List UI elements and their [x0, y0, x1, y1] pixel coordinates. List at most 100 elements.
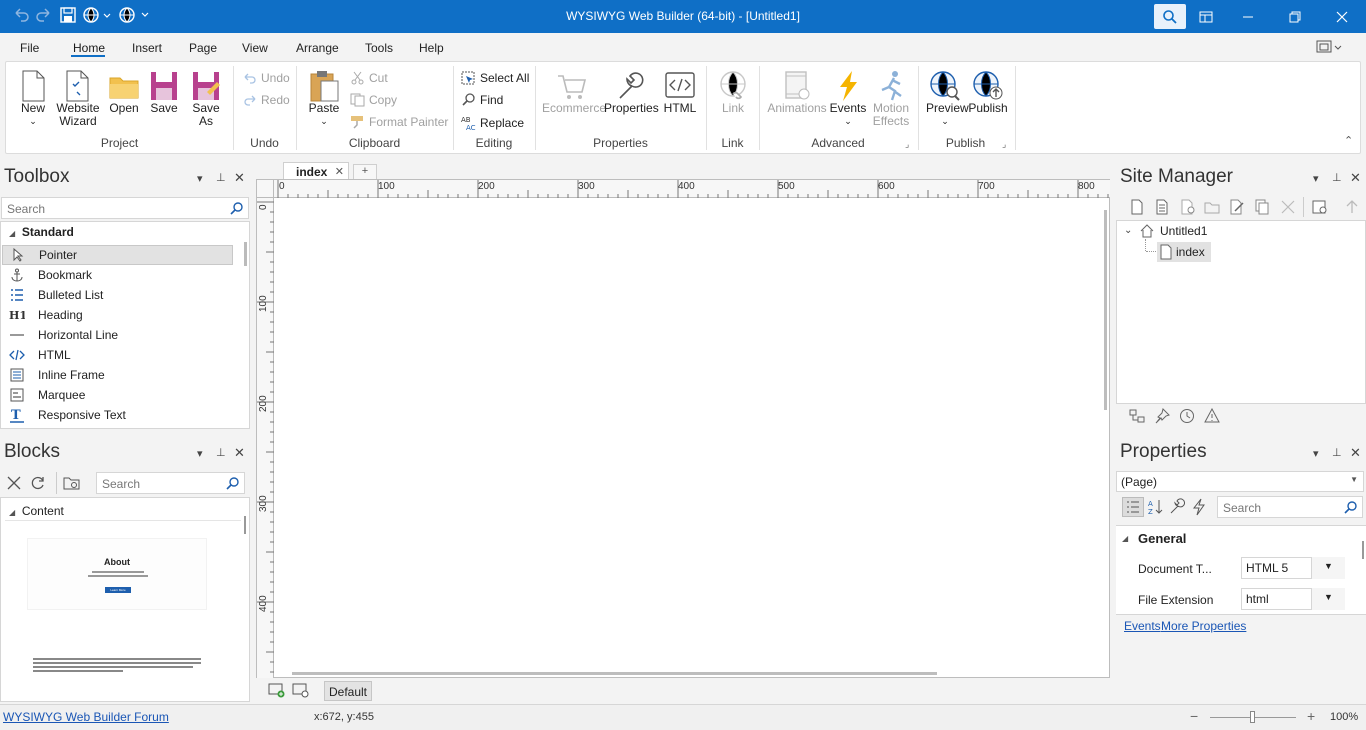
search-icon[interactable] — [1154, 4, 1186, 29]
site-tree-page-index[interactable]: index — [1157, 242, 1211, 262]
close-button[interactable] — [1319, 0, 1365, 33]
copy-button[interactable]: Copy — [350, 93, 397, 107]
advanced-launcher-icon[interactable]: ⌟ — [905, 139, 909, 150]
properties-button[interactable]: Properties — [604, 70, 659, 115]
toolbox-item-html[interactable]: HTML — [2, 345, 233, 365]
site-manager-close-icon[interactable]: ✕ — [1350, 170, 1361, 186]
site-manager-tool-icon[interactable] — [1129, 408, 1145, 424]
edit-page-icon[interactable] — [1229, 199, 1245, 215]
animations-button[interactable]: Animations — [766, 70, 828, 115]
design-canvas[interactable]: 0 100 200 300 400 500 600 700 800 0 100 … — [256, 179, 1110, 678]
site-manager-pin-icon[interactable]: ⊥ — [1332, 171, 1342, 184]
categorized-view-icon[interactable] — [1122, 497, 1144, 517]
blocks-menu-icon[interactable]: ▾ — [197, 447, 203, 460]
motion-effects-button[interactable]: Motion Effects — [870, 70, 912, 128]
publish-button[interactable]: Publish — [968, 70, 1008, 115]
menu-file[interactable]: File — [20, 41, 39, 55]
html-button[interactable]: HTML — [662, 70, 698, 115]
save-as-button[interactable]: Save As — [190, 70, 222, 128]
select-all-button[interactable]: Select All — [461, 71, 529, 85]
events-link[interactable]: Events — [1124, 619, 1161, 633]
properties-pin-icon[interactable]: ⊥ — [1332, 446, 1342, 459]
save-button[interactable]: Save — [148, 70, 180, 115]
menu-help[interactable]: Help — [419, 41, 444, 55]
properties-scrollbar[interactable] — [1362, 541, 1364, 559]
properties-close-icon[interactable]: ✕ — [1350, 445, 1361, 461]
toolbox-item-responsive-text[interactable]: T Responsive Text — [2, 405, 233, 425]
zoom-in-button[interactable]: + — [1307, 708, 1315, 724]
page-properties-icon[interactable] — [1155, 199, 1171, 215]
minimize-button[interactable] — [1225, 0, 1271, 33]
tab-index[interactable]: index ✕ — [283, 162, 349, 180]
delete-page-icon[interactable] — [1280, 199, 1296, 215]
browse-folder-icon[interactable] — [63, 475, 81, 491]
toolbox-item-heading[interactable]: H1 Heading — [2, 305, 233, 325]
new-button[interactable]: New ⌄ — [18, 70, 48, 128]
toolbox-item-pointer[interactable]: Pointer — [2, 245, 233, 265]
wrench-icon[interactable] — [1169, 498, 1185, 516]
website-wizard-button[interactable]: Website Wizard — [55, 70, 101, 128]
toolbox-item-inline-frame[interactable]: Inline Frame — [2, 365, 233, 385]
menu-view[interactable]: View — [242, 41, 268, 55]
site-root-label[interactable]: Untitled1 — [1160, 224, 1207, 238]
search-icon[interactable] — [226, 476, 240, 490]
redo-button[interactable]: Redo — [242, 93, 290, 107]
file-extension-dropdown-icon[interactable]: ▼ — [1311, 588, 1345, 610]
panel-toggle-icon[interactable] — [1183, 0, 1229, 33]
toolbox-menu-icon[interactable]: ▾ — [197, 172, 203, 185]
restore-button[interactable] — [1272, 0, 1318, 33]
document-type-dropdown-icon[interactable]: ▼ — [1311, 557, 1345, 579]
blocks-scrollbar[interactable] — [244, 516, 246, 534]
blocks-pin-icon[interactable]: ⊥ — [216, 446, 226, 459]
canvas-vertical-scrollbar[interactable] — [1104, 210, 1107, 410]
forum-link[interactable]: WYSIWYG Web Builder Forum — [3, 710, 169, 724]
cut-button[interactable]: Cut — [350, 71, 388, 85]
arrow-up-icon[interactable] — [1345, 199, 1361, 215]
search-icon[interactable] — [230, 201, 244, 215]
menu-home[interactable]: Home — [73, 41, 105, 55]
toolbox-item-marquee[interactable]: Marquee — [2, 385, 233, 405]
folder-icon[interactable] — [1204, 199, 1220, 215]
add-tab-button[interactable]: + — [353, 164, 377, 180]
toolbox-category[interactable]: ◢ Standard — [9, 225, 74, 239]
warning-icon[interactable] — [1204, 408, 1220, 424]
close-tab-icon[interactable]: ✕ — [335, 165, 344, 178]
toolbox-item-horizontal-line[interactable]: Horizontal Line — [2, 325, 233, 345]
toolbox-close-icon[interactable]: ✕ — [234, 170, 245, 186]
site-settings-icon[interactable] — [1312, 199, 1328, 215]
properties-menu-icon[interactable]: ▾ — [1313, 447, 1319, 460]
blocks-category[interactable]: ◢ Content — [9, 504, 64, 518]
paste-button[interactable]: Paste ⌄ — [306, 70, 342, 128]
site-manager-menu-icon[interactable]: ▾ — [1313, 172, 1319, 185]
toolbox-item-bookmark[interactable]: Bookmark — [2, 265, 233, 285]
replace-button[interactable]: AB AC Replace — [461, 115, 524, 131]
publish-launcher-icon[interactable]: ⌟ — [1002, 139, 1006, 150]
object-selector-dropdown[interactable]: (Page) ▼ — [1116, 471, 1364, 492]
zoom-out-button[interactable]: − — [1190, 708, 1198, 724]
zoom-slider-thumb[interactable] — [1250, 711, 1255, 723]
collapse-ribbon-icon[interactable]: ⌃ — [1344, 134, 1353, 147]
breakpoint-default-button[interactable]: Default — [324, 681, 372, 701]
format-painter-button[interactable]: Format Painter — [350, 115, 448, 129]
ecommerce-button[interactable]: Ecommerce — [542, 70, 606, 115]
external-page-icon[interactable] — [1180, 199, 1196, 215]
chevron-down-icon[interactable]: ⌄ — [1124, 225, 1132, 236]
open-button[interactable]: Open — [107, 70, 141, 115]
undo-button[interactable]: Undo — [242, 71, 290, 85]
canvas-horizontal-scrollbar[interactable] — [292, 672, 937, 675]
toolbox-pin-icon[interactable]: ⊥ — [216, 171, 226, 184]
find-button[interactable]: Find — [461, 93, 503, 107]
search-icon[interactable] — [1344, 500, 1358, 514]
preview-button[interactable]: Preview ⌄ — [926, 70, 969, 128]
more-properties-link[interactable]: More Properties — [1161, 619, 1246, 633]
collapse-section-icon[interactable]: ◢ — [1122, 534, 1128, 543]
menu-page[interactable]: Page — [189, 41, 217, 55]
properties-search-input[interactable]: Search — [1217, 496, 1363, 518]
events-button[interactable]: Events ⌄ — [828, 70, 868, 128]
block-preview-text[interactable] — [27, 654, 207, 678]
lightning-icon[interactable] — [1191, 498, 1207, 516]
toolbox-search-input[interactable]: Search — [1, 197, 249, 219]
pin-icon[interactable] — [1154, 408, 1170, 424]
blocks-close-icon[interactable]: ✕ — [234, 445, 245, 461]
sort-alpha-icon[interactable]: AZ — [1148, 498, 1164, 516]
